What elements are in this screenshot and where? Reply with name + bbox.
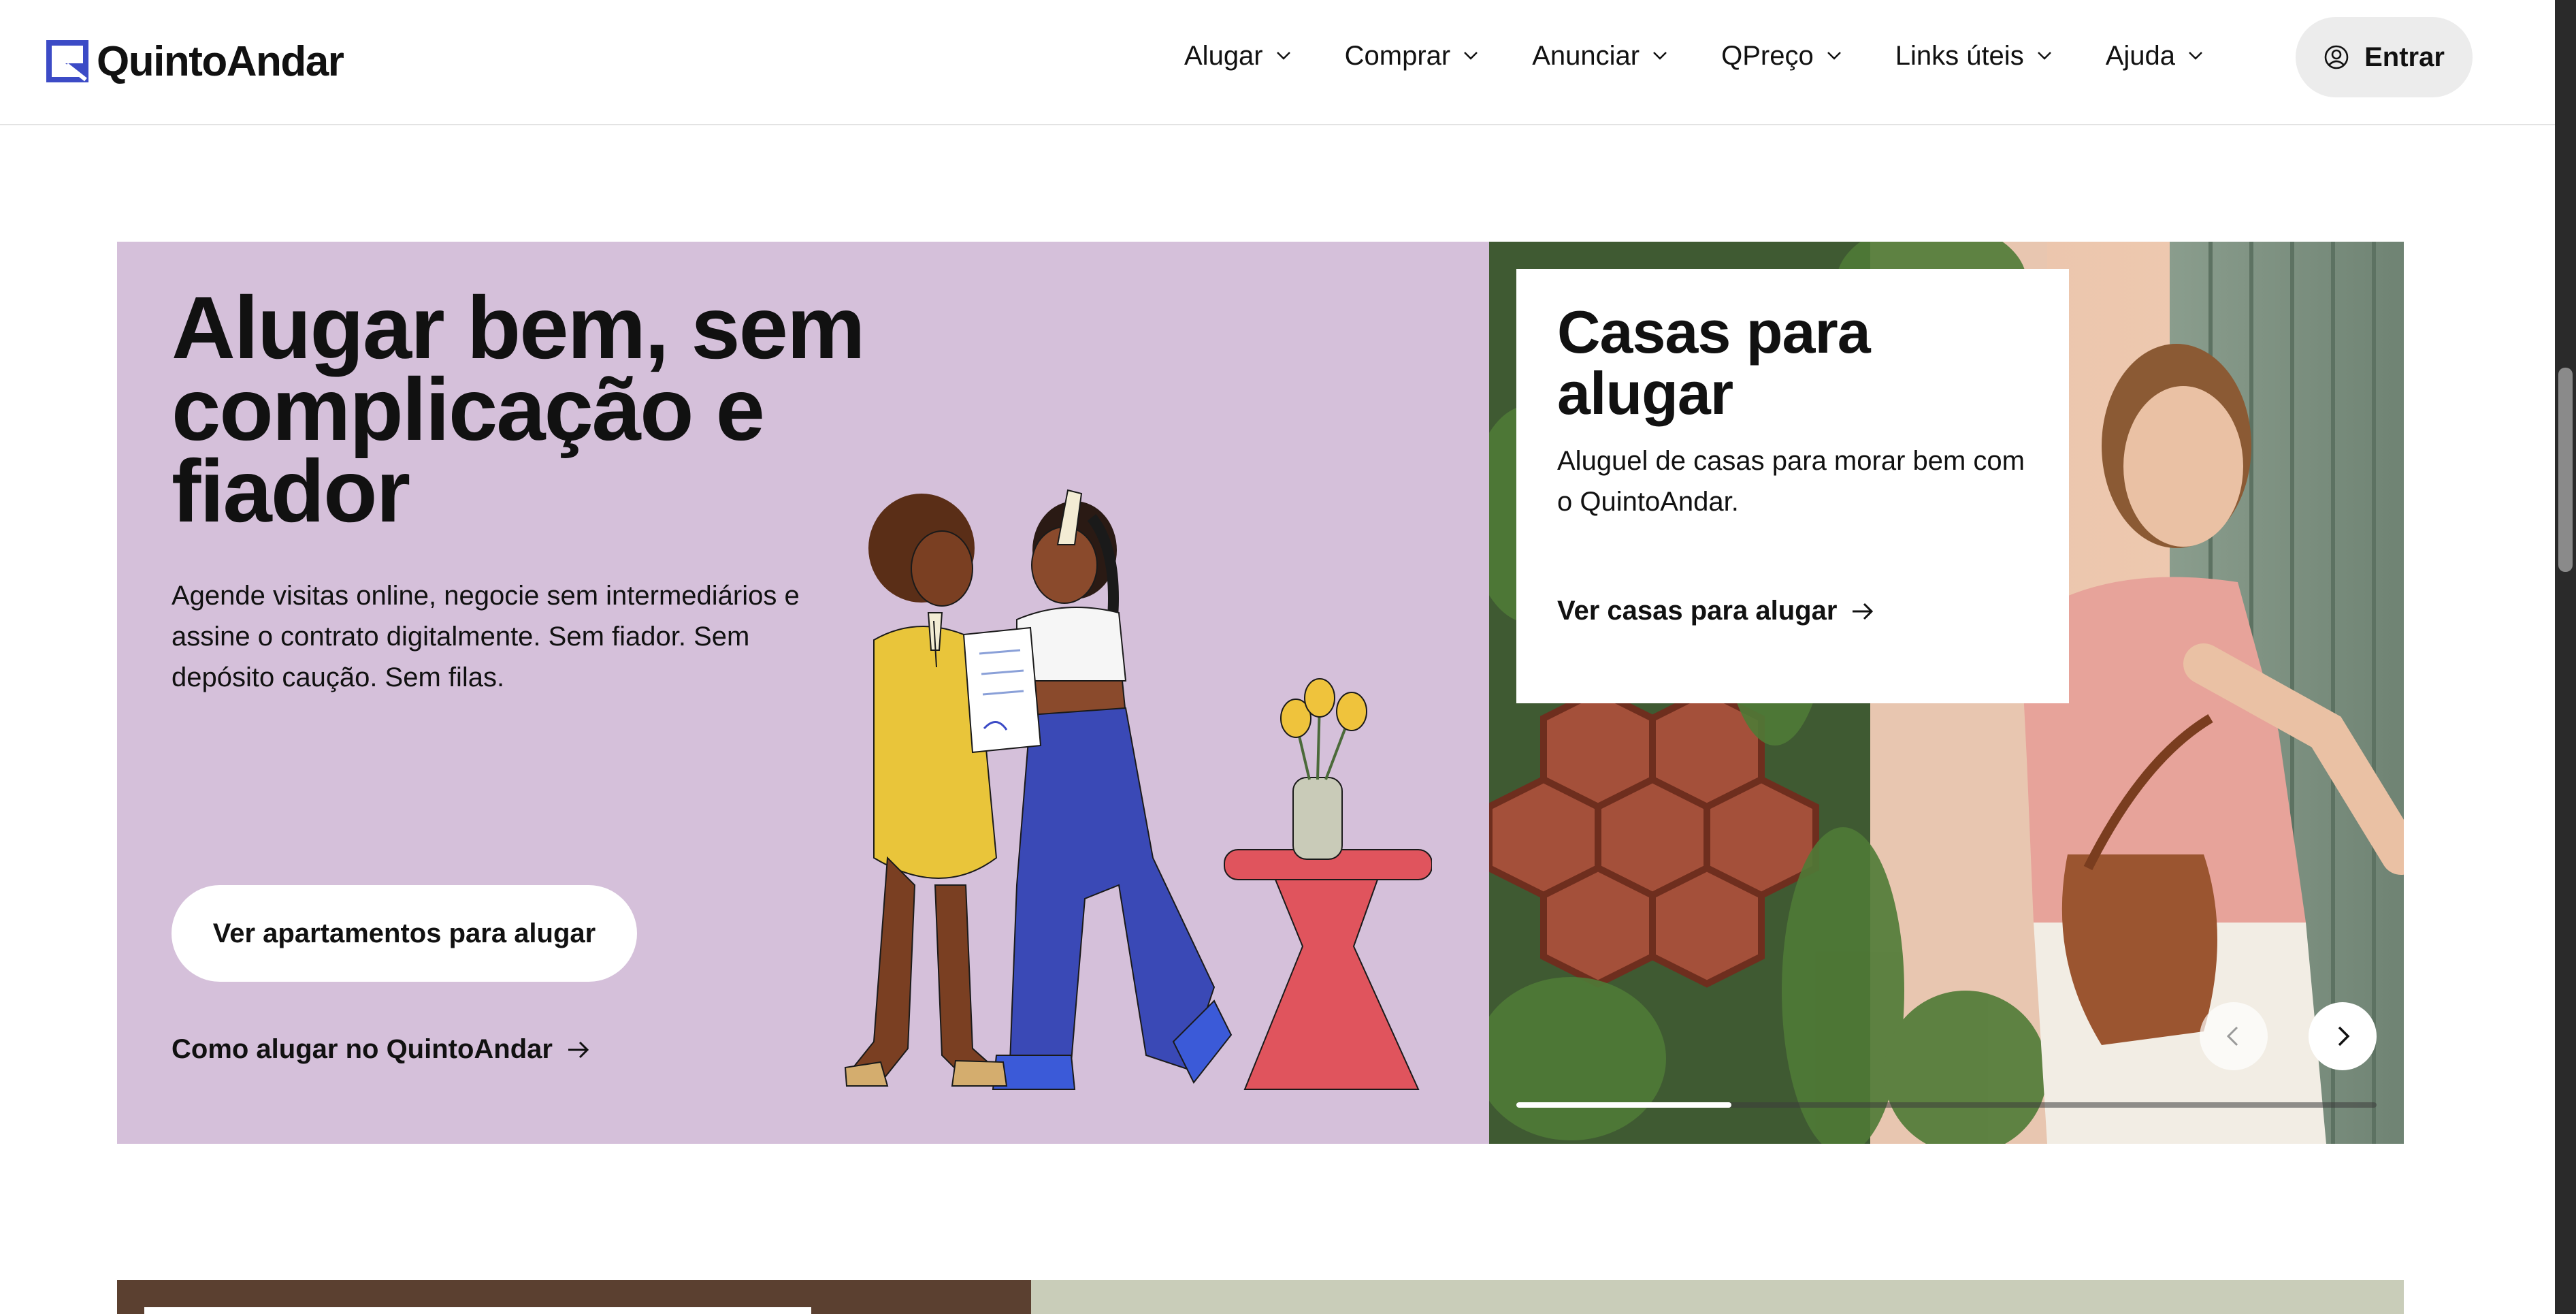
houses-carousel: Casas para alugar Aluguel de casas para … (1489, 242, 2404, 1144)
woman-blue-pants-illustration (992, 489, 1233, 1090)
login-button[interactable]: Entrar (2296, 17, 2473, 97)
quintoandar-logo[interactable]: QuintoAndar (46, 34, 344, 89)
chevron-down-icon (1464, 52, 1478, 60)
quintoandar-logo-icon (46, 40, 88, 82)
woman-yellow-dress-illustration (844, 494, 1042, 1087)
see-apartments-button[interactable]: Ver apartamentos para alugar (172, 885, 637, 982)
hero-description: Agende visitas online, negocie sem inter… (172, 581, 800, 692)
chevron-right-icon (2338, 1026, 2350, 1046)
next-section-image (117, 1280, 1031, 1314)
nav-item-ajuda[interactable]: Ajuda (2106, 41, 2204, 71)
scrollbar[interactable] (2555, 0, 2576, 1314)
side-table-illustration (1224, 678, 1432, 1090)
houses-info-card: Casas para alugar Aluguel de casas para … (1516, 269, 2069, 703)
how-to-rent-link[interactable]: Como alugar no QuintoAndar (172, 1034, 591, 1065)
nav-label: Anunciar (1532, 40, 1640, 71)
nav-item-comprar[interactable]: Comprar (1345, 41, 1480, 71)
nav-item-qpreco[interactable]: QPreço (1721, 41, 1842, 71)
nav-label: QPreço (1721, 40, 1814, 71)
see-houses-link[interactable]: Ver casas para alugar (1557, 596, 1875, 626)
nav-label: Ajuda (2105, 40, 2175, 71)
scrollbar-thumb[interactable] (2558, 368, 2573, 572)
hero-title: Alugar bem, sem complicação e fiador (172, 278, 866, 541)
chevron-down-icon (1653, 52, 1667, 60)
nav-label: Alugar (1184, 40, 1263, 71)
hero-banner: Alugar bem, sem complicação e fiador Age… (117, 242, 1489, 1144)
two-women-toasting-illustration (844, 489, 1432, 1090)
carousel-prev-button[interactable] (2200, 1002, 2268, 1070)
logo-text: QuintoAndar (97, 37, 344, 85)
user-icon (2324, 45, 2349, 69)
login-label: Entrar (2364, 42, 2445, 72)
card-description: Aluguel de casas para morar bem com o Qu… (1557, 446, 2025, 517)
nav-item-anunciar[interactable]: Anunciar (1532, 41, 1668, 71)
chevron-down-icon (1827, 52, 1841, 60)
card-title: Casas para alugar (1557, 298, 1871, 427)
chevron-down-icon (1276, 52, 1290, 60)
carousel-next-button[interactable] (2309, 1002, 2377, 1070)
how-to-rent-label: Como alugar no QuintoAndar (172, 1034, 553, 1064)
see-houses-label: Ver casas para alugar (1557, 596, 1838, 626)
carousel-progress-fill (1516, 1102, 1731, 1108)
chevron-down-icon (2037, 52, 2051, 60)
carousel-progress-track (1516, 1102, 2377, 1108)
chevron-down-icon (2189, 52, 2202, 60)
nav-label: Links úteis (1895, 40, 2024, 71)
arrow-right-icon (568, 1041, 589, 1058)
next-section-panel (1031, 1280, 2404, 1314)
nav-item-links-uteis[interactable]: Links úteis (1895, 41, 2053, 71)
chevron-left-icon (2226, 1026, 2238, 1046)
arrow-right-icon (1853, 603, 1874, 620)
main-nav: Alugar Comprar Anunciar QPreço Links úte… (1184, 0, 2257, 112)
site-header: QuintoAndar Alugar Comprar Anunciar QPre… (0, 0, 2555, 125)
nav-item-alugar[interactable]: Alugar (1184, 41, 1292, 71)
next-section-card (144, 1307, 811, 1314)
nav-label: Comprar (1344, 40, 1451, 71)
